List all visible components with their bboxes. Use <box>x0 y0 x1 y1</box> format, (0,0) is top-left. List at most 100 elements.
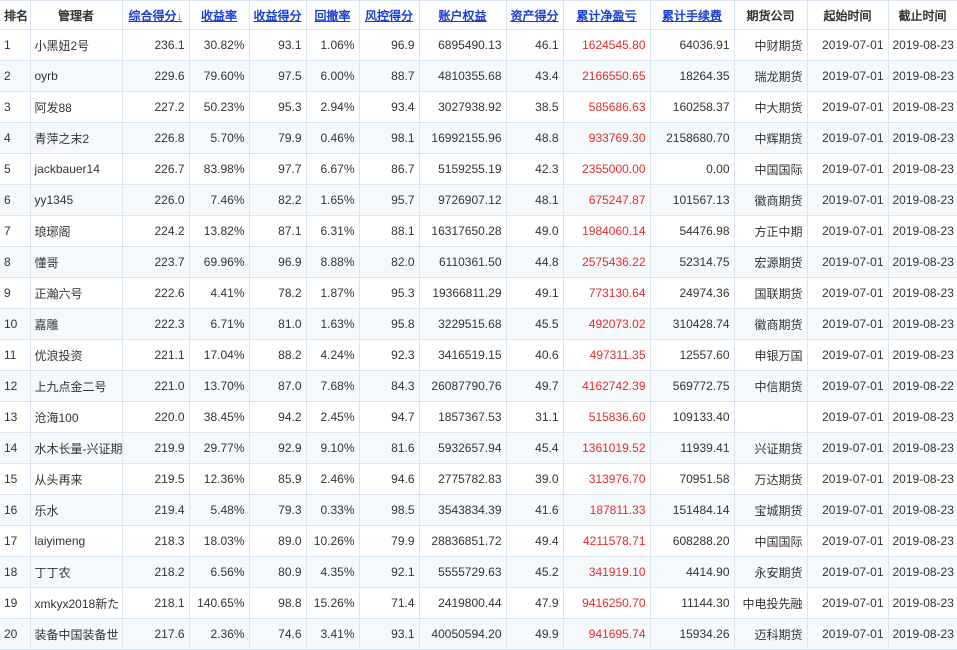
cell-total-score: 229.6 <box>121 60 190 92</box>
cell-asset-score: 38.5 <box>505 91 564 123</box>
header-manager: 管理者 <box>29 0 123 30</box>
header-risk-score[interactable]: 风控得分 <box>358 0 420 30</box>
cell-return-score: 98.8 <box>248 587 307 619</box>
cell-profit: 187811.33 <box>562 494 651 526</box>
cell-return-score: 97.7 <box>248 153 307 185</box>
cell-return-rate: 2.36% <box>188 618 250 650</box>
cell-asset-score: 45.5 <box>505 308 564 340</box>
cell-total-score: 218.1 <box>121 587 190 619</box>
header-return-rate[interactable]: 收益率 <box>188 0 250 30</box>
cell-equity: 16992155.96 <box>418 122 507 154</box>
cell-company: 永安期货 <box>733 556 808 588</box>
sort-desc-icon: ↓ <box>176 8 183 23</box>
cell-start: 2019-07-01 <box>806 184 889 216</box>
header-total-score[interactable]: 综合得分↓ <box>121 0 190 30</box>
cell-asset-score: 40.6 <box>505 339 564 371</box>
table-row: 18 丁丁农 218.2 6.56% 80.9 4.35% 92.1 5555729.63 45… <box>0 556 957 588</box>
cell-fees: 569772.75 <box>649 370 735 402</box>
cell-asset-score: 45.2 <box>505 556 564 588</box>
cell-profit: 1361019.52 <box>562 432 651 464</box>
cell-manager: 琅琊阁 <box>29 215 123 247</box>
table-row: 14 水木长量-兴证期 219.9 29.77% 92.9 9.10% 81.6 593265… <box>0 432 957 464</box>
table-row: 6 yy1345 226.0 7.46% 82.2 1.65% 95.7 9726907.12… <box>0 184 957 216</box>
cell-return-score: 78.2 <box>248 277 307 309</box>
cell-manager: 丁丁农 <box>29 556 123 588</box>
cell-return-rate: 17.04% <box>188 339 250 371</box>
cell-equity: 2775782.83 <box>418 463 507 495</box>
cell-company: 瑞龙期货 <box>733 60 808 92</box>
header-row: 排名 管理者 综合得分↓ 收益率 收益得分 回撤率 风控得分 账户权益 资产得分… <box>0 0 957 30</box>
cell-return-score: 93.1 <box>248 29 307 61</box>
table-row: 17 laiyimeng 218.3 18.03% 89.0 10.26% 79.9 2883… <box>0 525 957 557</box>
cell-fees: 64036.91 <box>649 29 735 61</box>
cell-risk-score: 92.3 <box>358 339 420 371</box>
cell-start: 2019-07-01 <box>806 463 889 495</box>
cell-asset-score: 49.9 <box>505 618 564 650</box>
cell-rank: 2 <box>0 60 31 92</box>
cell-return-score: 89.0 <box>248 525 307 557</box>
header-profit[interactable]: 累计净盈亏 <box>562 0 651 30</box>
cell-manager: 上九点金二号 <box>29 370 123 402</box>
ranking-table: 排名 管理者 综合得分↓ 收益率 收益得分 回撤率 风控得分 账户权益 资产得分… <box>0 0 957 650</box>
table-row: 12 上九点金二号 221.0 13.70% 87.0 7.68% 84.3 26087790… <box>0 370 957 402</box>
header-return-score[interactable]: 收益得分 <box>248 0 307 30</box>
cell-fees: 70951.58 <box>649 463 735 495</box>
cell-profit: 515836.60 <box>562 401 651 433</box>
cell-end: 2019-08-23 <box>887 525 957 557</box>
cell-start: 2019-07-01 <box>806 339 889 371</box>
cell-profit: 497311.35 <box>562 339 651 371</box>
cell-return-rate: 4.41% <box>188 277 250 309</box>
cell-rank: 4 <box>0 122 31 154</box>
cell-equity: 9726907.12 <box>418 184 507 216</box>
cell-manager: 正瀚六号 <box>29 277 123 309</box>
cell-start: 2019-07-01 <box>806 494 889 526</box>
header-rank: 排名 <box>0 0 31 30</box>
cell-fees: 11144.30 <box>649 587 735 619</box>
cell-equity: 28836851.72 <box>418 525 507 557</box>
cell-risk-score: 88.7 <box>358 60 420 92</box>
cell-return-score: 80.9 <box>248 556 307 588</box>
cell-asset-score: 49.0 <box>505 215 564 247</box>
cell-manager: laiyimeng <box>29 525 123 557</box>
cell-start: 2019-07-01 <box>806 401 889 433</box>
cell-total-score: 226.0 <box>121 184 190 216</box>
header-company: 期货公司 <box>733 0 808 30</box>
cell-manager: 青萍之末2 <box>29 122 123 154</box>
cell-equity: 3027938.92 <box>418 91 507 123</box>
table-row: 8 懂哥 223.7 69.96% 96.9 8.88% 82.0 6110361.50 44.… <box>0 246 957 278</box>
cell-return-score: 87.0 <box>248 370 307 402</box>
cell-asset-score: 48.1 <box>505 184 564 216</box>
header-asset-score[interactable]: 资产得分 <box>505 0 564 30</box>
cell-drawdown: 1.65% <box>305 184 360 216</box>
header-drawdown[interactable]: 回撤率 <box>305 0 360 30</box>
cell-rank: 14 <box>0 432 31 464</box>
cell-equity: 3416519.15 <box>418 339 507 371</box>
cell-company: 中电投先融 <box>733 587 808 619</box>
cell-manager: 装备中国装备世 <box>29 618 123 650</box>
cell-manager: xmkyx2018新た <box>29 587 123 619</box>
cell-total-score: 218.2 <box>121 556 190 588</box>
table-row: 1 小黑妞2号 236.1 30.82% 93.1 1.06% 96.9 6895490.13… <box>0 29 957 61</box>
cell-end: 2019-08-23 <box>887 618 957 650</box>
cell-fees: 608288.20 <box>649 525 735 557</box>
cell-start: 2019-07-01 <box>806 215 889 247</box>
cell-profit: 341919.10 <box>562 556 651 588</box>
cell-fees: 0.00 <box>649 153 735 185</box>
cell-return-rate: 5.48% <box>188 494 250 526</box>
cell-drawdown: 3.41% <box>305 618 360 650</box>
header-equity[interactable]: 账户权益 <box>418 0 507 30</box>
table-row: 5 jackbauer14 226.7 83.98% 97.7 6.67% 86.7 5159… <box>0 153 957 185</box>
cell-rank: 10 <box>0 308 31 340</box>
cell-end: 2019-08-23 <box>887 91 957 123</box>
cell-company: 兴证期货 <box>733 432 808 464</box>
cell-drawdown: 8.88% <box>305 246 360 278</box>
cell-total-score: 227.2 <box>121 91 190 123</box>
cell-profit: 2355000.00 <box>562 153 651 185</box>
header-fees[interactable]: 累计手续费 <box>649 0 735 30</box>
header-end: 截止时间 <box>887 0 957 30</box>
cell-start: 2019-07-01 <box>806 308 889 340</box>
cell-equity: 5159255.19 <box>418 153 507 185</box>
cell-rank: 15 <box>0 463 31 495</box>
cell-manager: 从头再来 <box>29 463 123 495</box>
cell-return-rate: 38.45% <box>188 401 250 433</box>
